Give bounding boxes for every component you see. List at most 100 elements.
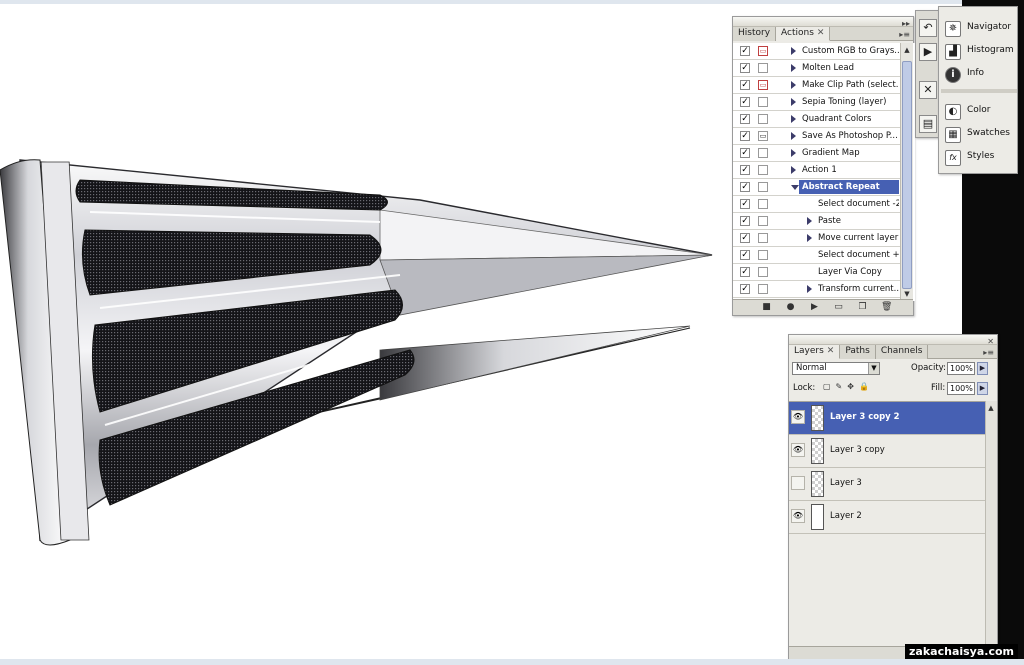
actions-scrollbar[interactable]: ▲ ▼	[900, 43, 913, 301]
expand-right-triangle-icon[interactable]	[807, 234, 812, 242]
toggle-dialog-icon[interactable]	[758, 165, 768, 175]
toggle-dialog-icon[interactable]	[758, 97, 768, 107]
blend-mode-select[interactable]: Normal ▼	[792, 362, 880, 375]
visibility-eye-icon[interactable]: 👁	[791, 443, 805, 457]
visibility-eye-icon[interactable]: 👁	[791, 509, 805, 523]
expand-right-triangle-icon[interactable]	[791, 149, 796, 157]
action-row[interactable]: ✓ Action 1	[733, 162, 901, 179]
expand-right-triangle-icon[interactable]	[807, 285, 812, 293]
toggle-dialog-icon[interactable]	[758, 63, 768, 73]
toggle-item-checkbox[interactable]: ✓	[740, 80, 750, 90]
tab-channels[interactable]: Channels	[875, 345, 929, 359]
play-icon[interactable]: ▶	[809, 302, 820, 313]
layer-row[interactable]: 👁 Layer 3 copy 2	[789, 402, 985, 435]
action-row[interactable]: ✓ Sepia Toning (layer)	[733, 94, 901, 111]
toggle-dialog-icon[interactable]	[758, 267, 768, 277]
expand-right-triangle-icon[interactable]	[791, 98, 796, 106]
actions-scroll-thumb[interactable]	[902, 61, 912, 289]
action-row[interactable]: ✓ Layer Via Copy	[733, 264, 901, 281]
lock-options-icons[interactable]: ▢✎✥🔒	[823, 382, 874, 391]
new-set-icon[interactable]: ▭	[833, 302, 844, 313]
close-tab-icon[interactable]: ✕	[827, 346, 835, 356]
action-row[interactable]: ✓ Select document -2	[733, 196, 901, 213]
layer-row[interactable]: 👁 Layer 3 copy	[789, 435, 985, 468]
stop-icon[interactable]: ■	[761, 302, 772, 313]
fill-input[interactable]: 100%	[947, 382, 975, 395]
layer-row[interactable]: 👁 Layer 2	[789, 501, 985, 534]
flyout-swatches[interactable]: ▦ Swatches	[943, 125, 1017, 145]
expand-right-triangle-icon[interactable]	[807, 217, 812, 225]
visibility-eye-icon[interactable]: 👁	[791, 410, 805, 424]
toggle-dialog-icon[interactable]	[758, 250, 768, 260]
toggle-dialog-icon[interactable]	[758, 216, 768, 226]
toggle-item-checkbox[interactable]: ✓	[740, 165, 750, 175]
layer-name[interactable]: Layer 3	[830, 478, 862, 488]
toggle-dialog-icon[interactable]	[758, 233, 768, 243]
action-row[interactable]: ✓ Transform current...	[733, 281, 901, 298]
toggle-dialog-icon[interactable]: ▭	[758, 131, 768, 141]
panel-menu-icon[interactable]: ▸≡	[899, 30, 910, 39]
flyout-color[interactable]: ◐ Color	[943, 102, 1017, 122]
new-action-icon[interactable]: ❐	[857, 302, 868, 313]
toggle-dialog-icon[interactable]	[758, 114, 768, 124]
action-row[interactable]: ✓ Gradient Map	[733, 145, 901, 162]
action-row[interactable]: ✓ Quadrant Colors	[733, 111, 901, 128]
toggle-dialog-icon[interactable]	[758, 182, 768, 192]
action-row[interactable]: ✓ Move current layer	[733, 230, 901, 247]
layer-thumbnail[interactable]	[811, 471, 824, 497]
layer-row[interactable]: Layer 3	[789, 468, 985, 501]
expand-right-triangle-icon[interactable]	[791, 115, 796, 123]
toggle-item-checkbox[interactable]: ✓	[740, 63, 750, 73]
toggle-item-checkbox[interactable]: ✓	[740, 267, 750, 277]
action-row[interactable]: ✓ Select document +2	[733, 247, 901, 264]
trash-icon[interactable]: 🗑	[881, 302, 892, 313]
expand-right-triangle-icon[interactable]	[791, 64, 796, 72]
layers-panel-titlebar[interactable]: ✕	[789, 335, 997, 346]
document-canvas-chrome-spike[interactable]	[0, 140, 720, 560]
panel-menu-icon[interactable]: ▸≡	[983, 348, 994, 357]
toggle-item-checkbox[interactable]: ✓	[740, 284, 750, 294]
action-row[interactable]: ✓ ▭ Make Clip Path (select...	[733, 77, 901, 94]
action-row[interactable]: ✓ Abstract Repeat	[733, 179, 901, 196]
scroll-down-arrow-icon[interactable]: ▼	[902, 289, 912, 299]
flyout-navigator[interactable]: ✵ Navigator	[943, 19, 1017, 39]
layer-name[interactable]: Layer 2	[830, 511, 862, 521]
toggle-item-checkbox[interactable]: ✓	[740, 233, 750, 243]
fill-slider-arrow-icon[interactable]: ▶	[977, 382, 988, 395]
layer-thumbnail[interactable]	[811, 504, 824, 530]
toggle-item-checkbox[interactable]: ✓	[740, 131, 750, 141]
layer-thumbnail[interactable]	[811, 405, 824, 431]
layers-scrollbar[interactable]: ▲	[985, 401, 997, 646]
action-row[interactable]: ✓ Paste	[733, 213, 901, 230]
expand-right-triangle-icon[interactable]	[791, 47, 796, 55]
tab-layers[interactable]: Layers ✕	[789, 345, 841, 359]
action-row[interactable]: ✓ Molten Lead	[733, 60, 901, 77]
layer-comps-dock-icon[interactable]: ▤	[919, 115, 937, 133]
action-row[interactable]: ✓ ▭ Save As Photoshop P...	[733, 128, 901, 145]
actions-panel-titlebar[interactable]: ▸▸	[733, 17, 913, 28]
expand-down-triangle-icon[interactable]	[791, 185, 799, 190]
toggle-item-checkbox[interactable]: ✓	[740, 46, 750, 56]
toggle-item-checkbox[interactable]: ✓	[740, 114, 750, 124]
tool-presets-dock-icon[interactable]: ✕	[919, 81, 937, 99]
flyout-histogram[interactable]: ▟ Histogram	[943, 42, 1017, 62]
opacity-input[interactable]: 100%	[947, 362, 975, 375]
toggle-dialog-icon[interactable]	[758, 148, 768, 158]
expand-right-triangle-icon[interactable]	[791, 166, 796, 174]
close-tab-icon[interactable]: ✕	[817, 28, 825, 38]
toggle-item-checkbox[interactable]: ✓	[740, 148, 750, 158]
opacity-slider-arrow-icon[interactable]: ▶	[977, 362, 988, 375]
history-dock-icon[interactable]: ↶	[919, 19, 937, 37]
layer-name[interactable]: Layer 3 copy 2	[830, 412, 900, 422]
flyout-styles[interactable]: fx Styles	[943, 148, 1017, 168]
toggle-item-checkbox[interactable]: ✓	[740, 199, 750, 209]
record-icon[interactable]: ●	[785, 302, 796, 313]
flyout-info[interactable]: i Info	[943, 65, 1017, 85]
toggle-item-checkbox[interactable]: ✓	[740, 250, 750, 260]
toggle-dialog-icon[interactable]: ▭	[758, 80, 768, 90]
layer-name[interactable]: Layer 3 copy	[830, 445, 885, 455]
toggle-item-checkbox[interactable]: ✓	[740, 182, 750, 192]
toggle-dialog-icon[interactable]	[758, 284, 768, 294]
tab-paths[interactable]: Paths	[840, 345, 876, 359]
expand-right-triangle-icon[interactable]	[791, 81, 796, 89]
